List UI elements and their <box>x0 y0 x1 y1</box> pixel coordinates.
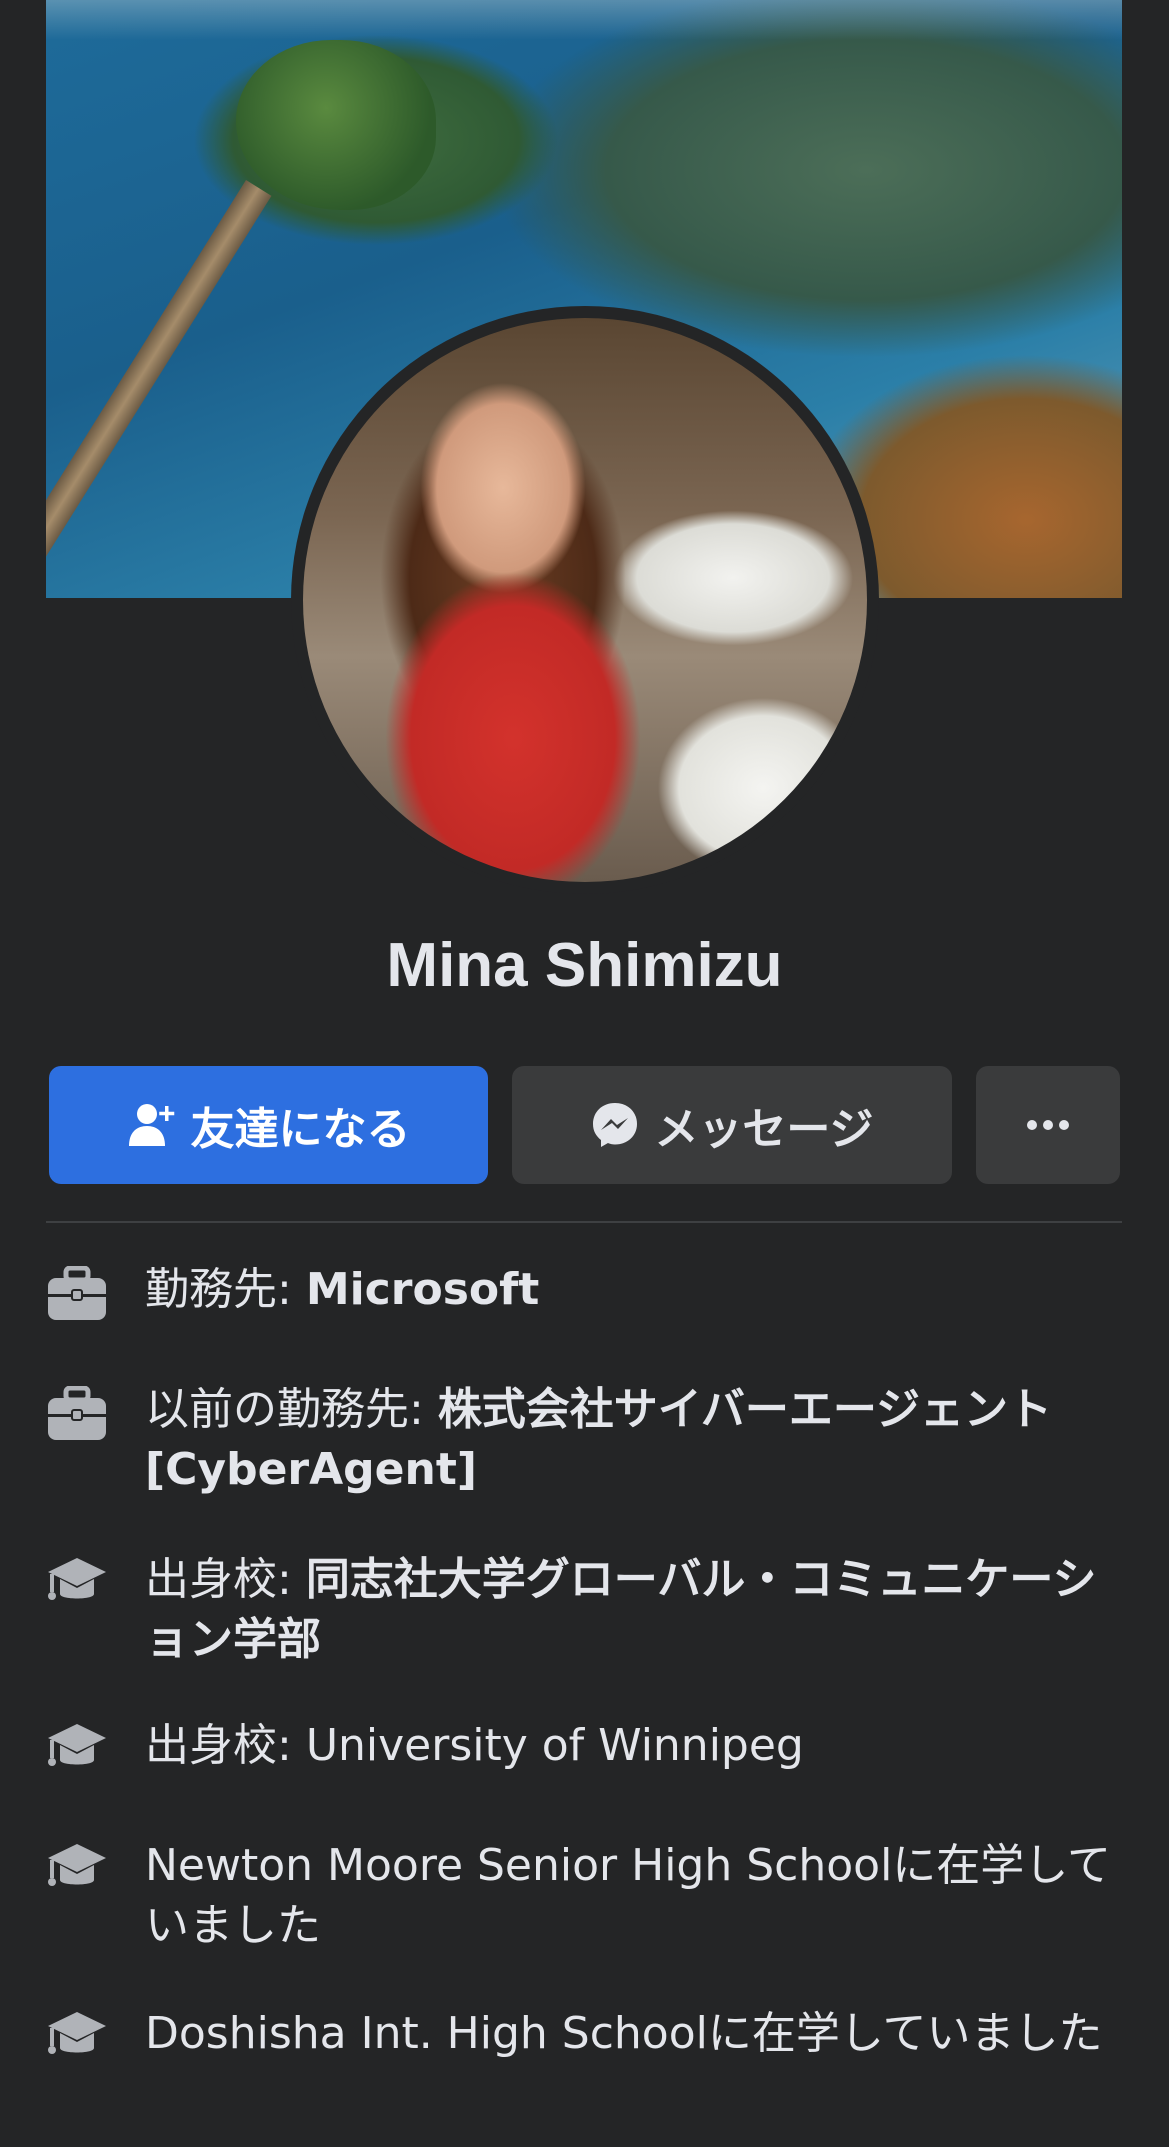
intro-label: に在学していました <box>707 2008 1103 2059</box>
message-label: メッセージ <box>654 1104 874 1155</box>
add-friend-button[interactable]: 友達になる <box>49 1066 488 1184</box>
intro-label: 以前の勤務先: <box>145 1384 438 1435</box>
profile-name: Mina Shimizu <box>386 931 783 1000</box>
message-button[interactable]: メッセージ <box>512 1066 952 1184</box>
company-link[interactable]: Microsoft <box>306 1264 539 1315</box>
intro-label: 勤務先: <box>145 1264 306 1315</box>
cover-photo-boardwalk <box>46 180 272 570</box>
intro-label: 出身校: <box>145 1554 306 1605</box>
messenger-icon <box>590 1100 640 1150</box>
graduation-cap-icon <box>46 1554 108 1610</box>
graduation-cap-icon <box>46 2008 108 2064</box>
briefcase-icon <box>46 1385 108 1442</box>
graduation-cap-icon <box>46 1720 108 1776</box>
cover-photo-rock <box>236 40 436 210</box>
briefcase-icon <box>46 1265 108 1322</box>
more-options-button[interactable] <box>976 1066 1120 1184</box>
avatar[interactable] <box>303 318 867 882</box>
graduation-cap-icon <box>46 1840 108 1896</box>
intro-label: 出身校: <box>145 1720 306 1771</box>
school-link[interactable]: Newton Moore Senior High School <box>145 1840 892 1891</box>
school-link[interactable]: Doshisha Int. High School <box>145 2008 708 2059</box>
add-friend-icon <box>127 1102 177 1148</box>
add-friend-label: 友達になる <box>190 1104 411 1155</box>
school-link[interactable]: University of Winnipeg <box>306 1720 804 1771</box>
section-divider <box>46 1221 1122 1223</box>
more-icon <box>1026 1119 1070 1131</box>
